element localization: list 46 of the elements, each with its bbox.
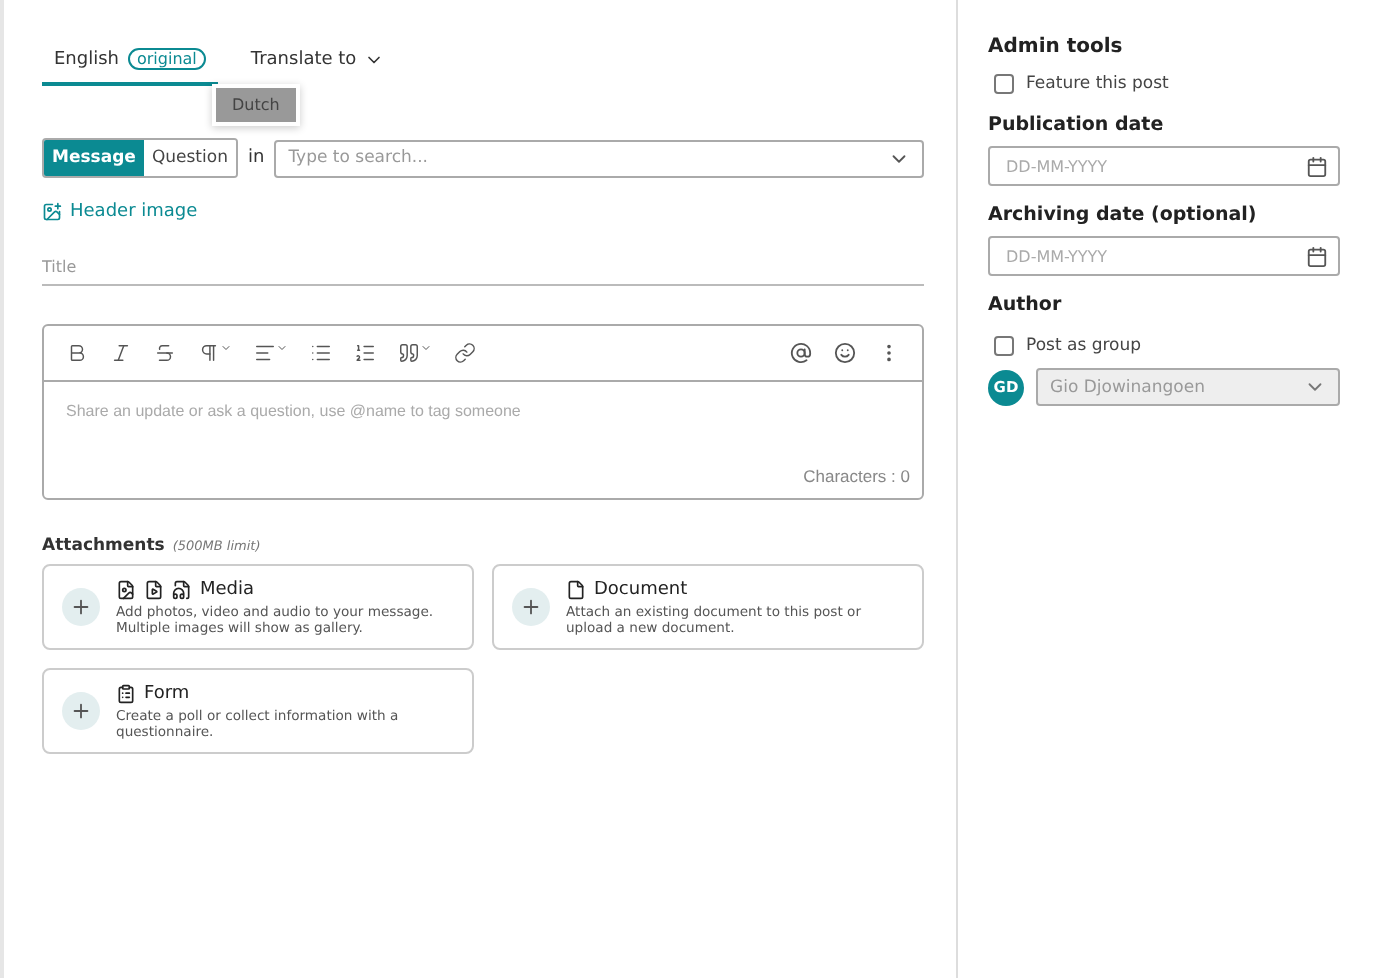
add-button[interactable] [512,588,550,626]
attachments-heading: Attachments [42,536,165,556]
header-image-link[interactable]: Header image [42,202,198,222]
in-label: in [247,148,265,168]
plus-icon [520,596,542,618]
field-label: Archiving date (optional) [988,204,1259,226]
field-label: Author [988,294,1064,316]
paragraph-icon[interactable] [198,342,232,364]
checkbox-label: Post as group [1026,336,1142,356]
panel-title: Admin tools [988,36,1125,58]
character-count: Characters : 0 [801,466,912,490]
toggle-option[interactable]: Message [44,140,144,176]
italic-icon[interactable] [110,342,132,364]
checkbox[interactable] [994,336,1014,356]
tab[interactable]: English original [42,40,219,86]
date-field[interactable]: DD-MM-YYYY [988,236,1340,276]
original-badge: original [127,48,207,70]
add-button[interactable] [62,692,100,730]
align-icon[interactable] [254,342,288,364]
video-file-icon [144,579,164,599]
strikethrough-icon[interactable] [154,342,176,364]
image-file-icon [116,579,136,599]
bold-icon[interactable] [66,342,88,364]
clipboard-icon [116,683,136,703]
date-field[interactable]: DD-MM-YYYY [988,146,1340,186]
document-icon [566,579,586,599]
emoji-icon[interactable] [834,342,856,364]
quote-icon[interactable] [398,342,432,364]
calendar-icon[interactable] [1306,155,1328,177]
tab[interactable]: Translate to [238,42,397,86]
audio-file-icon [172,579,192,599]
editor[interactable]: Share an update or ask a question, use @name to tag someone Characters : 0 [42,324,924,500]
mention-icon[interactable] [790,342,812,364]
card-title: Form [144,683,190,703]
plus-icon [70,700,92,722]
link-icon[interactable] [454,342,476,364]
numbered-list-icon[interactable] [354,342,376,364]
card-title: Media [200,579,255,599]
card-title: Document [594,579,688,599]
calendar-icon[interactable] [1306,245,1328,267]
checkbox-label: Feature this post [1026,74,1169,94]
field-label: Publication date [988,114,1166,136]
checkbox[interactable] [994,74,1014,94]
image-add-icon [42,202,62,222]
add-button[interactable] [62,588,100,626]
plus-icon [70,596,92,618]
